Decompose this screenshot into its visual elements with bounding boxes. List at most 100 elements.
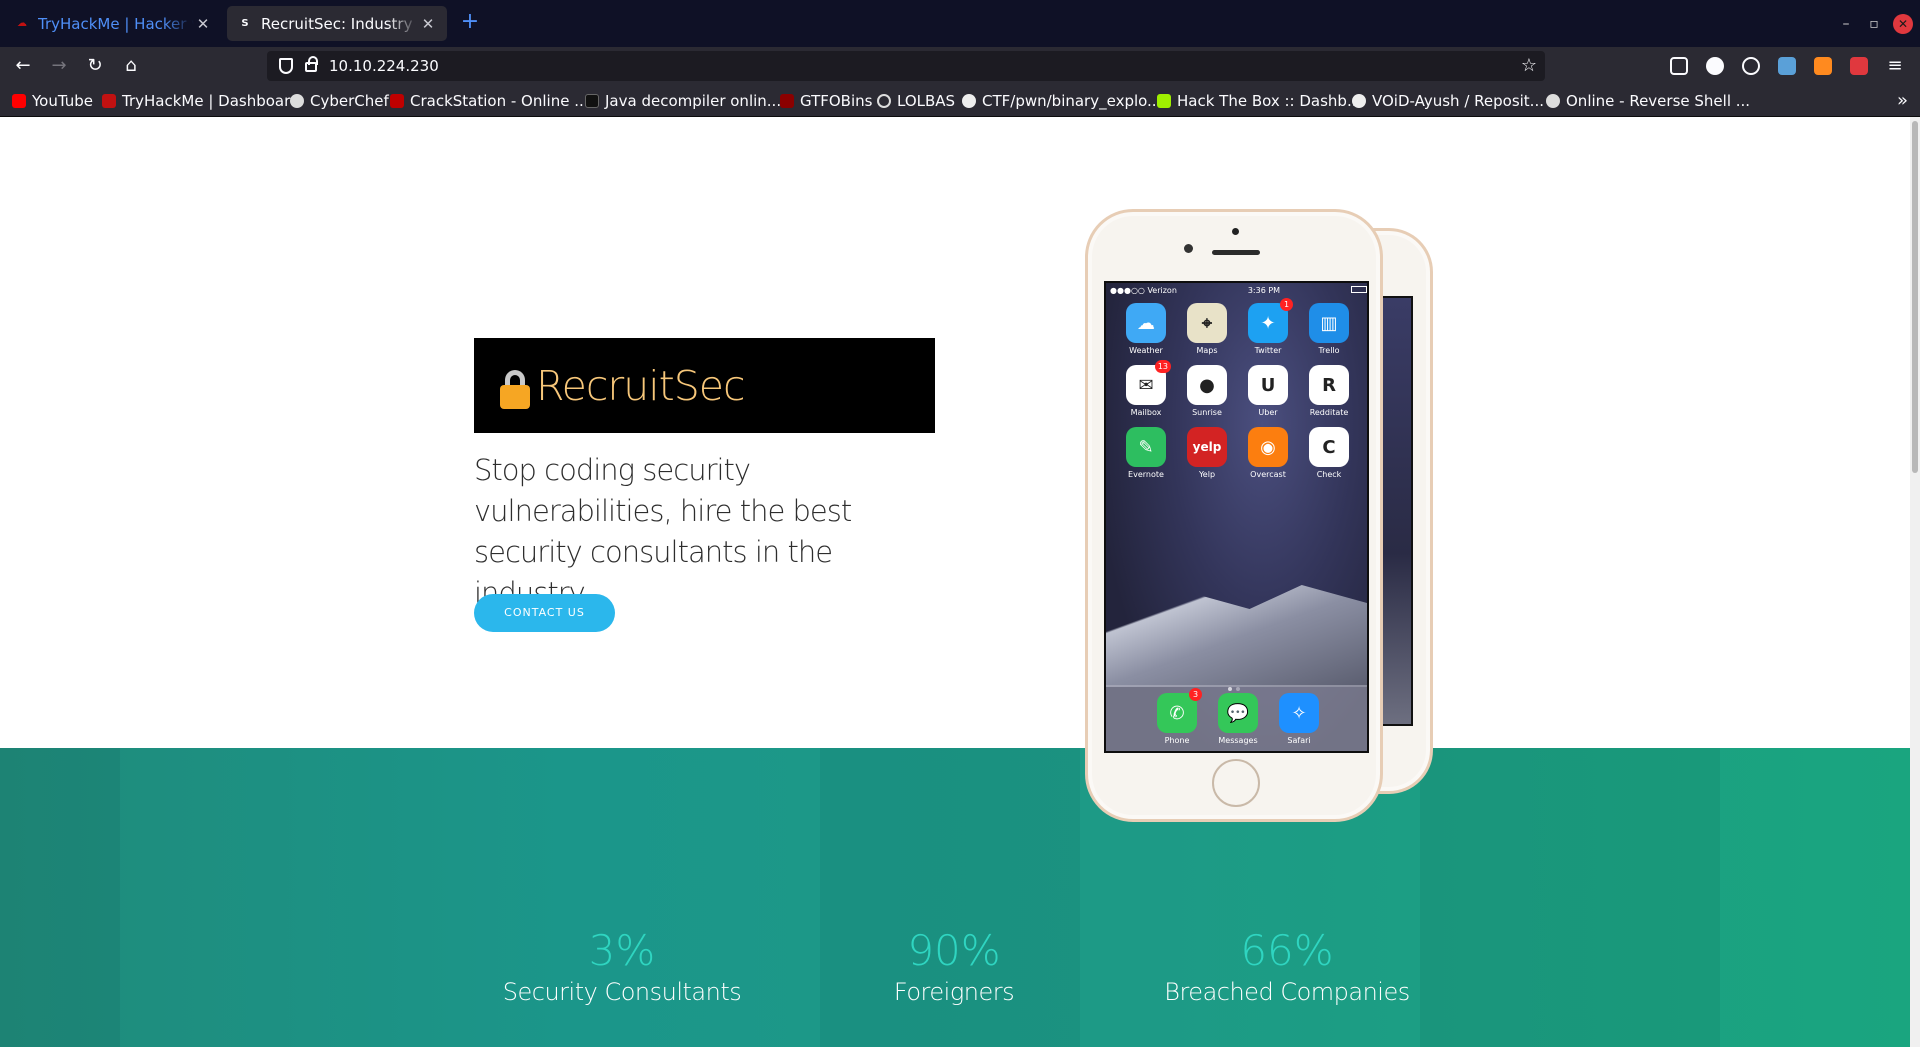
url-bar[interactable]: 10.10.224.230 ☆: [267, 51, 1545, 81]
notification-badge: 13: [1154, 360, 1171, 373]
battery-icon: [1350, 286, 1367, 293]
tryhackme-icon: [102, 93, 116, 108]
gtfobins-icon: [780, 93, 794, 108]
restore-icon[interactable]: ▫: [1864, 14, 1884, 34]
mailbox-icon: ✉ 13: [1126, 360, 1171, 405]
page-dots: [1228, 676, 1248, 691]
contact-us-button[interactable]: CONTACT US: [474, 594, 615, 632]
bookmark-item[interactable]: CTF/pwn/binary_explo...: [962, 84, 1161, 117]
stat-label: Foreigners: [893, 978, 1015, 1006]
bookmark-item[interactable]: LOLBAS: [877, 84, 955, 117]
bookmark-item[interactable]: Hack The Box :: Dashb...: [1157, 84, 1361, 117]
page-content: RecruitSec Stop coding security vulnerab…: [0, 117, 1920, 1047]
redditate-icon: R: [1309, 365, 1349, 405]
trello-icon: ▥: [1309, 303, 1349, 343]
app-label: Twitter: [1254, 346, 1282, 355]
phone-icon: ✆ 3: [1157, 688, 1202, 733]
bookmark-star-icon[interactable]: ☆: [1521, 51, 1537, 81]
bookmark-item[interactable]: CyberChef: [290, 84, 389, 117]
extension-icon[interactable]: [1742, 57, 1760, 75]
close-tab-icon[interactable]: ✕: [419, 15, 437, 33]
app-weather: ☁ Weather: [1122, 303, 1170, 355]
app-label: Messages: [1218, 736, 1258, 745]
nav-bar: ← → ↻ ⌂ 10.10.224.230 ☆ ≡: [0, 47, 1920, 84]
minimize-icon[interactable]: –: [1836, 14, 1856, 34]
tracking-shield-icon[interactable]: [279, 58, 293, 74]
sensor-icon: [1184, 244, 1193, 253]
stat-security-consultants: 3% Security Consultants: [492, 927, 752, 1009]
hackthebox-icon: [1157, 93, 1171, 108]
cyberchef-icon: [290, 93, 304, 108]
app-trello: ▥ Trello: [1305, 303, 1353, 355]
new-tab-button[interactable]: +: [458, 10, 482, 34]
stat-foreigners: 90% Foreigners: [824, 927, 1084, 1009]
sunrise-icon: ●: [1187, 365, 1227, 405]
bookmark-item[interactable]: Online - Reverse Shell ...: [1546, 84, 1750, 117]
bookmark-item[interactable]: VOiD-Ayush / Reposit...: [1352, 84, 1544, 117]
app-sunrise: ● Sunrise: [1183, 365, 1231, 417]
stat-breached-companies: 66% Breached Companies: [1157, 927, 1417, 1009]
app-redditate: R Redditate: [1305, 365, 1353, 417]
close-tab-icon[interactable]: ✕: [194, 15, 212, 33]
app-overcast: ◉ Overcast: [1244, 427, 1292, 479]
brand-name: RecruitSec: [536, 361, 746, 410]
app-messages: 💬 Messages: [1214, 693, 1262, 745]
app-label: Weather: [1129, 346, 1163, 355]
reload-icon[interactable]: ↻: [82, 53, 108, 79]
tab-bar: ☁ TryHackMe | Hacker vs. Hacker ✕ S Recr…: [0, 0, 1920, 47]
home-button: [1212, 759, 1260, 807]
bookmark-item[interactable]: CrackStation - Online ...: [390, 84, 589, 117]
hero-tagline: Stop coding security vulnerabilities, hi…: [474, 453, 852, 610]
bookmark-item[interactable]: YouTube: [12, 84, 93, 117]
maps-icon: ⌖: [1187, 303, 1227, 343]
safari-icon: ✧: [1279, 693, 1319, 733]
app-label: Evernote: [1128, 470, 1164, 479]
app-label: Uber: [1258, 408, 1278, 417]
account-icon[interactable]: [1706, 57, 1724, 75]
app-label: Maps: [1196, 346, 1218, 355]
home-icon[interactable]: ⌂: [118, 53, 144, 79]
close-window-icon[interactable]: ✕: [1893, 14, 1913, 34]
back-icon[interactable]: ←: [10, 53, 36, 79]
bookmark-item[interactable]: GTFOBins: [780, 84, 872, 117]
security-extension-icon[interactable]: [1850, 57, 1868, 75]
bookmark-item[interactable]: Java decompiler onlin...: [585, 84, 781, 117]
check-icon: C: [1309, 427, 1349, 467]
phone-screen: ●●●○○ Verizon 3:36 PM ☁ Weather ⌖ Maps ✦ 1 Twi…: [1104, 281, 1369, 753]
yelp-icon: yelp: [1187, 427, 1227, 467]
app-label: Trello: [1318, 346, 1340, 355]
stat-value: 3%: [588, 926, 656, 975]
tab-title: RecruitSec: Industry Leading: [261, 14, 419, 33]
scrollbar-thumb[interactable]: [1912, 121, 1918, 473]
url-text[interactable]: 10.10.224.230: [329, 51, 439, 81]
phone-mockup: ●●●○○ Verizon 3:36 PM ☁ Weather ⌖ Maps ✦ 1 Twi…: [1085, 209, 1383, 822]
app-check: C Check: [1305, 427, 1353, 479]
tab-tryhackme[interactable]: ☁ TryHackMe | Hacker vs. Hacker ✕: [4, 6, 222, 41]
page-scrollbar[interactable]: [1910, 117, 1920, 1047]
github-icon: [1352, 93, 1366, 108]
wallpaper-mountain: [1106, 585, 1367, 687]
youtube-icon: [12, 93, 26, 108]
more-bookmarks-icon[interactable]: »: [1897, 84, 1908, 117]
foxy-icon[interactable]: [1814, 57, 1832, 75]
weather-icon: ☁: [1126, 303, 1166, 343]
pocket-icon[interactable]: [1670, 57, 1688, 75]
proxy-icon[interactable]: [1778, 57, 1796, 75]
phone-status-bar: ●●●○○ Verizon 3:36 PM: [1110, 286, 1367, 295]
stat-label: Breached Companies: [1164, 978, 1410, 1006]
app-yelp: yelp Yelp: [1183, 427, 1231, 479]
evernote-icon: ✎: [1126, 427, 1166, 467]
lock-icon[interactable]: [305, 56, 318, 72]
menu-icon[interactable]: ≡: [1882, 53, 1908, 79]
app-maps: ⌖ Maps: [1183, 303, 1231, 355]
bookmark-item[interactable]: TryHackMe | Dashboard: [102, 84, 300, 117]
app-label: Mailbox: [1130, 408, 1162, 417]
forward-icon[interactable]: →: [46, 53, 72, 79]
skull-icon: [1546, 93, 1560, 108]
tab-recruitsec[interactable]: S RecruitSec: Industry Leading ✕: [227, 6, 447, 41]
brand-logo: RecruitSec: [474, 338, 935, 433]
github-icon: [962, 93, 976, 108]
app-label: Overcast: [1250, 470, 1286, 479]
messages-icon: 💬: [1218, 693, 1258, 733]
tab-title: TryHackMe | Hacker vs. Hacker: [38, 14, 194, 33]
